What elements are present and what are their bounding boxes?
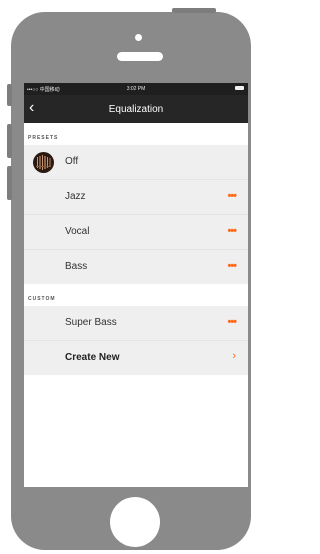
preset-row-off[interactable]: Off <box>24 145 248 180</box>
home-button[interactable] <box>110 497 160 547</box>
preset-row-bass[interactable]: Bass ••• <box>24 250 248 284</box>
custom-list: Super Bass ••• Create New › <box>24 306 248 375</box>
more-dots-icon[interactable]: ••• <box>227 190 237 202</box>
more-dots-icon[interactable]: ••• <box>227 260 237 272</box>
status-bar: •••○○ 中国移动 3:02 PM <box>24 83 248 95</box>
phone-screen: •••○○ 中国移动 3:02 PM ‹ Equalization PRESET… <box>24 83 248 487</box>
preset-label-off: Off <box>65 156 79 167</box>
eq-avatar-icon <box>33 152 54 173</box>
power-button <box>172 8 216 13</box>
volume-up-button <box>7 124 12 158</box>
create-new-label: Create New <box>65 352 120 363</box>
front-camera <box>135 34 142 41</box>
status-time: 3:02 PM <box>126 86 146 92</box>
more-dots-icon[interactable]: ••• <box>227 316 237 328</box>
presets-header-label: PRESETS <box>28 135 59 141</box>
create-new-row[interactable]: Create New › <box>24 341 248 375</box>
presets-section-header: PRESETS <box>24 123 248 145</box>
custom-row-super-bass[interactable]: Super Bass ••• <box>24 306 248 341</box>
battery-icon <box>235 86 244 90</box>
more-dots-icon[interactable]: ••• <box>227 225 237 237</box>
custom-label-super-bass: Super Bass <box>65 317 117 328</box>
preset-label-bass: Bass <box>65 261 88 272</box>
mute-switch <box>7 84 12 106</box>
volume-down-button <box>7 166 12 200</box>
preset-label-vocal: Vocal <box>65 226 90 237</box>
custom-header-label: CUSTOM <box>28 296 56 302</box>
earpiece-speaker <box>117 52 163 61</box>
presets-list: Off Jazz ••• Vocal ••• Bass ••• <box>24 145 248 284</box>
chevron-right-icon[interactable]: › <box>232 350 236 362</box>
preset-row-vocal[interactable]: Vocal ••• <box>24 215 248 250</box>
preset-label-jazz: Jazz <box>65 191 86 202</box>
preset-row-jazz[interactable]: Jazz ••• <box>24 180 248 215</box>
page-title: Equalization <box>108 104 164 115</box>
nav-bar: ‹ Equalization <box>24 95 248 123</box>
custom-section-header: CUSTOM <box>24 284 248 306</box>
